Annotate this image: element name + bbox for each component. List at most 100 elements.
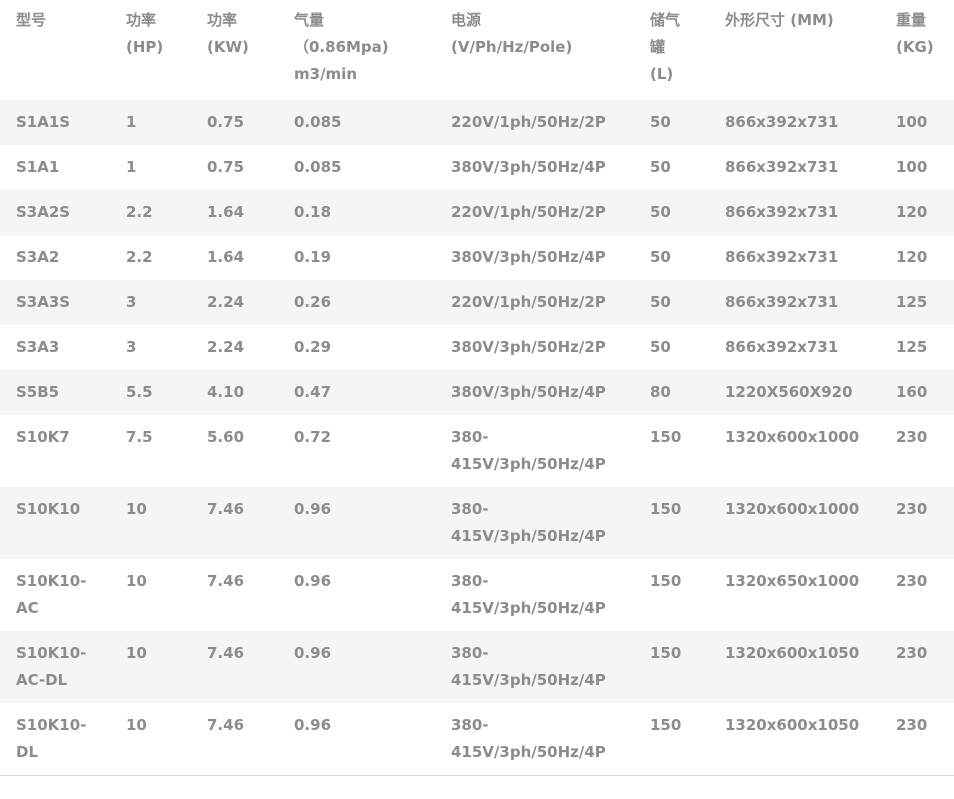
header-row: 型号 功率 (HP) 功率 (KW) 气量 （0.86Mpa) m3/min 电… bbox=[0, 0, 954, 100]
table-row: S3A2S 2.2 1.64 0.18 220V/1ph/50Hz/2P 50 866x39… bbox=[0, 190, 954, 235]
cell-dimensions: 866x392x731 bbox=[709, 100, 880, 145]
cell-power-kw: 4.10 bbox=[191, 370, 278, 415]
cell-model: S10K10 bbox=[0, 487, 110, 559]
cell-weight: 160 bbox=[880, 370, 954, 415]
cell-power-kw: 7.46 bbox=[191, 559, 278, 631]
cell-power-supply: 380V/3ph/50Hz/4P bbox=[435, 145, 634, 190]
cell-tank: 150 bbox=[634, 703, 709, 776]
cell-air-flow: 0.085 bbox=[278, 145, 435, 190]
table-row: S10K10- AC-DL 10 7.46 0.96 380- 415V/3ph/50H… bbox=[0, 631, 954, 703]
cell-power-supply: 380V/3ph/50Hz/2P bbox=[435, 325, 634, 370]
cell-tank: 150 bbox=[634, 487, 709, 559]
cell-air-flow: 0.085 bbox=[278, 100, 435, 145]
cell-weight: 125 bbox=[880, 325, 954, 370]
cell-power-hp: 3 bbox=[110, 280, 191, 325]
cell-tank: 50 bbox=[634, 145, 709, 190]
cell-model: S10K10- DL bbox=[0, 703, 110, 776]
cell-air-flow: 0.96 bbox=[278, 487, 435, 559]
cell-dimensions: 866x392x731 bbox=[709, 190, 880, 235]
cell-weight: 230 bbox=[880, 487, 954, 559]
cell-dimensions: 866x392x731 bbox=[709, 325, 880, 370]
header-weight: 重量 (KG) bbox=[880, 0, 954, 100]
table-row: S3A3S 3 2.24 0.26 220V/1ph/50Hz/2P 50 866x392x… bbox=[0, 280, 954, 325]
cell-weight: 125 bbox=[880, 280, 954, 325]
table-row: S10K10 10 7.46 0.96 380- 415V/3ph/50Hz/4P 150… bbox=[0, 487, 954, 559]
cell-dimensions: 866x392x731 bbox=[709, 235, 880, 280]
cell-tank: 50 bbox=[634, 325, 709, 370]
cell-tank: 150 bbox=[634, 631, 709, 703]
cell-weight: 230 bbox=[880, 631, 954, 703]
cell-air-flow: 0.19 bbox=[278, 235, 435, 280]
cell-power-hp: 10 bbox=[110, 703, 191, 776]
cell-model: S10K7 bbox=[0, 415, 110, 487]
cell-dimensions: 1320x600x1000 bbox=[709, 415, 880, 487]
header-power-supply: 电源 (V/Ph/Hz/Pole) bbox=[435, 0, 634, 100]
cell-power-supply: 220V/1ph/50Hz/2P bbox=[435, 280, 634, 325]
header-power-hp: 功率 (HP) bbox=[110, 0, 191, 100]
cell-power-hp: 2.2 bbox=[110, 190, 191, 235]
table-row: S10K10- AC 10 7.46 0.96 380- 415V/3ph/50Hz/4… bbox=[0, 559, 954, 631]
cell-power-supply: 220V/1ph/50Hz/2P bbox=[435, 100, 634, 145]
cell-dimensions: 866x392x731 bbox=[709, 145, 880, 190]
table-row: S3A2 2.2 1.64 0.19 380V/3ph/50Hz/4P 50 866x392… bbox=[0, 235, 954, 280]
cell-dimensions: 1220X560X920 bbox=[709, 370, 880, 415]
table-body: S1A1S 1 0.75 0.085 220V/1ph/50Hz/2P 50 866x392… bbox=[0, 100, 954, 776]
cell-weight: 230 bbox=[880, 415, 954, 487]
cell-tank: 150 bbox=[634, 415, 709, 487]
cell-air-flow: 0.96 bbox=[278, 703, 435, 776]
cell-model: S10K10- AC-DL bbox=[0, 631, 110, 703]
cell-power-supply: 220V/1ph/50Hz/2P bbox=[435, 190, 634, 235]
cell-model: S10K10- AC bbox=[0, 559, 110, 631]
cell-power-hp: 10 bbox=[110, 559, 191, 631]
cell-power-hp: 10 bbox=[110, 487, 191, 559]
cell-power-hp: 5.5 bbox=[110, 370, 191, 415]
cell-power-hp: 7.5 bbox=[110, 415, 191, 487]
cell-air-flow: 0.72 bbox=[278, 415, 435, 487]
cell-power-supply: 380V/3ph/50Hz/4P bbox=[435, 370, 634, 415]
cell-power-kw: 1.64 bbox=[191, 190, 278, 235]
cell-dimensions: 1320x600x1050 bbox=[709, 703, 880, 776]
header-power-kw: 功率 (KW) bbox=[191, 0, 278, 100]
table-row: S10K7 7.5 5.60 0.72 380- 415V/3ph/50Hz/4P 150… bbox=[0, 415, 954, 487]
cell-weight: 100 bbox=[880, 145, 954, 190]
table-row: S5B5 5.5 4.10 0.47 380V/3ph/50Hz/4P 80 1220X56… bbox=[0, 370, 954, 415]
cell-air-flow: 0.18 bbox=[278, 190, 435, 235]
cell-model: S1A1S bbox=[0, 100, 110, 145]
header-air-flow: 气量 （0.86Mpa) m3/min bbox=[278, 0, 435, 100]
cell-power-supply: 380- 415V/3ph/50Hz/4P bbox=[435, 559, 634, 631]
cell-tank: 150 bbox=[634, 559, 709, 631]
cell-tank: 80 bbox=[634, 370, 709, 415]
cell-power-kw: 7.46 bbox=[191, 703, 278, 776]
cell-tank: 50 bbox=[634, 100, 709, 145]
table-row: S1A1 1 0.75 0.085 380V/3ph/50Hz/4P 50 866x392x… bbox=[0, 145, 954, 190]
table-row: S10K10- DL 10 7.46 0.96 380- 415V/3ph/50Hz/4… bbox=[0, 703, 954, 776]
cell-power-supply: 380- 415V/3ph/50Hz/4P bbox=[435, 703, 634, 776]
cell-weight: 230 bbox=[880, 703, 954, 776]
cell-dimensions: 866x392x731 bbox=[709, 280, 880, 325]
table-header: 型号 功率 (HP) 功率 (KW) 气量 （0.86Mpa) m3/min 电… bbox=[0, 0, 954, 100]
cell-power-kw: 7.46 bbox=[191, 487, 278, 559]
cell-power-supply: 380V/3ph/50Hz/4P bbox=[435, 235, 634, 280]
cell-weight: 100 bbox=[880, 100, 954, 145]
cell-power-hp: 1 bbox=[110, 145, 191, 190]
cell-model: S3A3 bbox=[0, 325, 110, 370]
header-tank: 储气 罐 (L) bbox=[634, 0, 709, 100]
cell-power-kw: 2.24 bbox=[191, 280, 278, 325]
cell-air-flow: 0.29 bbox=[278, 325, 435, 370]
cell-power-kw: 0.75 bbox=[191, 145, 278, 190]
cell-dimensions: 1320x650x1000 bbox=[709, 559, 880, 631]
cell-air-flow: 0.26 bbox=[278, 280, 435, 325]
cell-model: S3A2 bbox=[0, 235, 110, 280]
table-row: S3A3 3 2.24 0.29 380V/3ph/50Hz/2P 50 866x392x7… bbox=[0, 325, 954, 370]
table-row: S1A1S 1 0.75 0.085 220V/1ph/50Hz/2P 50 866x392… bbox=[0, 100, 954, 145]
cell-air-flow: 0.96 bbox=[278, 559, 435, 631]
cell-power-kw: 1.64 bbox=[191, 235, 278, 280]
cell-model: S3A3S bbox=[0, 280, 110, 325]
cell-power-kw: 0.75 bbox=[191, 100, 278, 145]
cell-weight: 120 bbox=[880, 235, 954, 280]
cell-power-hp: 2.2 bbox=[110, 235, 191, 280]
cell-dimensions: 1320x600x1050 bbox=[709, 631, 880, 703]
cell-power-hp: 1 bbox=[110, 100, 191, 145]
cell-power-supply: 380- 415V/3ph/50Hz/4P bbox=[435, 487, 634, 559]
cell-power-supply: 380- 415V/3ph/50Hz/4P bbox=[435, 415, 634, 487]
